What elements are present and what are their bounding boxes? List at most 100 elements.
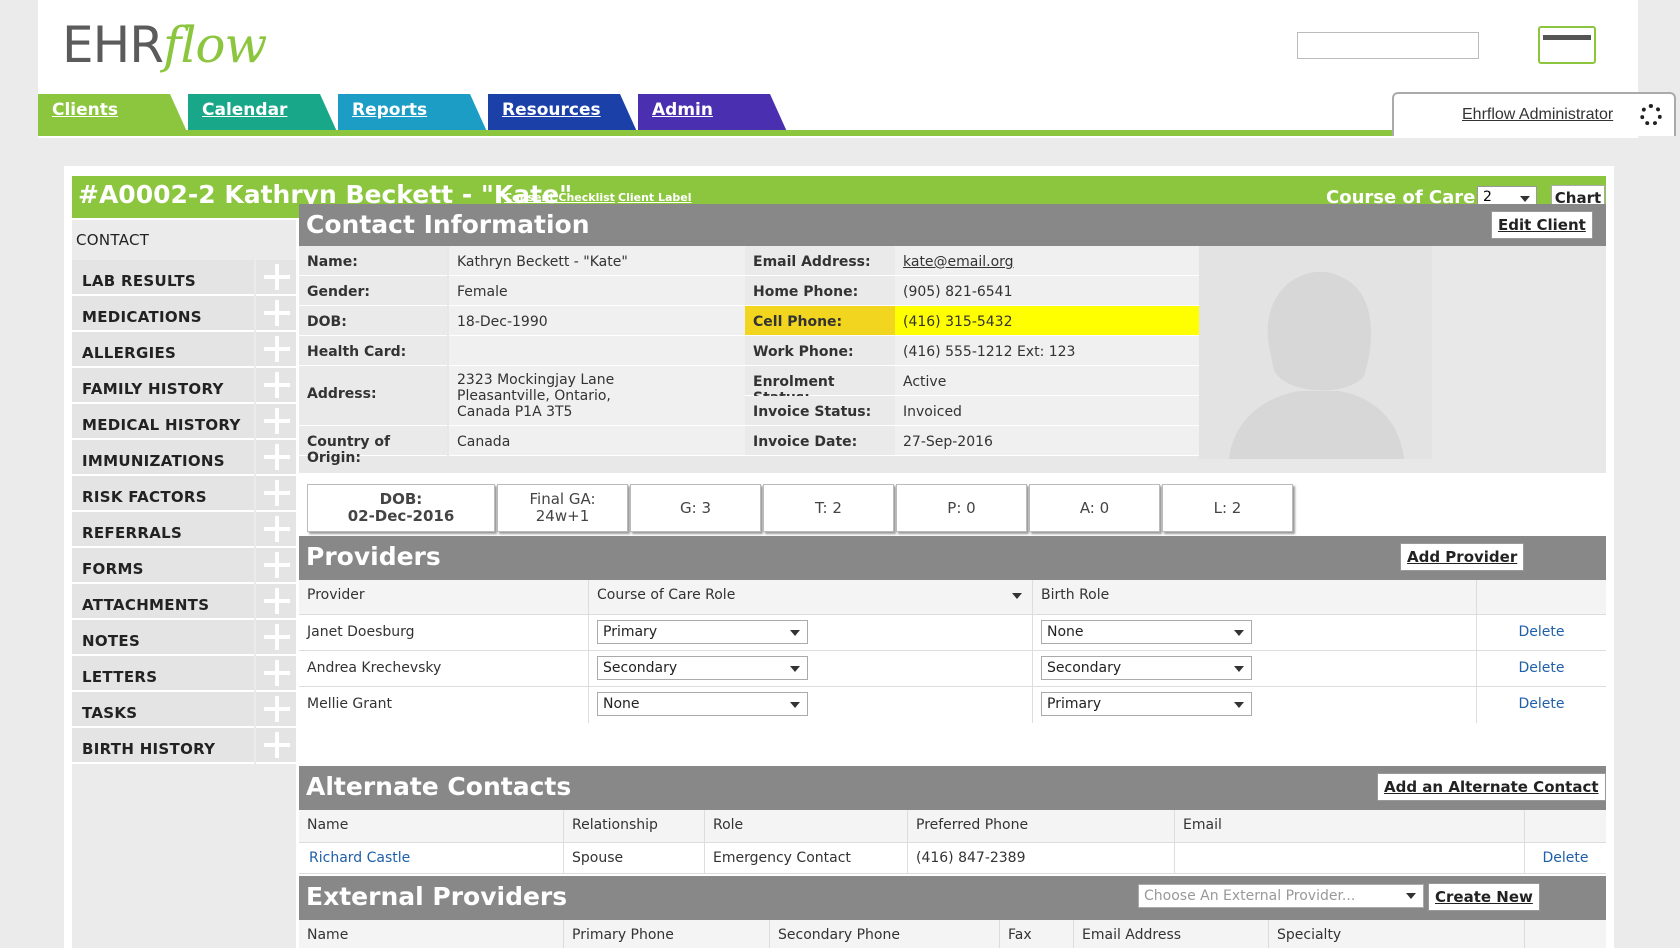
- sidebar-item-birth-history[interactable]: BIRTH HISTORY: [72, 728, 296, 764]
- column-header: [1525, 810, 1606, 842]
- field-value: (905) 821-6541: [895, 276, 1199, 306]
- header-menu-button[interactable]: [1538, 26, 1596, 64]
- course-role-select[interactable]: Primary: [597, 620, 808, 644]
- birth-role-select[interactable]: Primary: [1041, 692, 1252, 716]
- table-row: Andrea Krechevsky Secondary Secondary De…: [299, 651, 1606, 687]
- sidebar-item-medical-history[interactable]: MEDICAL HISTORY: [72, 404, 296, 440]
- edit-client-button[interactable]: Edit Client: [1491, 211, 1593, 239]
- contact-row: DOB: 18-Dec-1990 Cell Phone: (416) 315-5…: [299, 306, 1199, 336]
- plus-icon[interactable]: [264, 696, 290, 722]
- user-menu[interactable]: Ehrflow Administrator: [1392, 92, 1676, 136]
- gear-icon[interactable]: [1640, 104, 1662, 126]
- nav-tab-admin[interactable]: Admin: [638, 94, 788, 134]
- field-label: Gender:: [299, 276, 447, 306]
- global-search-input[interactable]: [1297, 32, 1479, 59]
- sidebar-item-letters[interactable]: LETTERS: [72, 656, 296, 692]
- delete-link[interactable]: Delete: [1477, 651, 1606, 686]
- sidebar-item-tasks[interactable]: TASKS: [72, 692, 296, 728]
- column-header: Relationship: [564, 810, 705, 842]
- external-providers-table: Name Primary Phone Secondary Phone Fax E…: [299, 920, 1606, 948]
- field-value: Female: [449, 276, 745, 306]
- sidebar-item-attachments[interactable]: ATTACHMENTS: [72, 584, 296, 620]
- plus-icon[interactable]: [264, 444, 290, 470]
- column-header: Preferred Phone: [908, 810, 1175, 842]
- nav-tab-clients[interactable]: Clients: [38, 94, 188, 134]
- column-header: Name: [299, 810, 564, 842]
- sidebar-item-family-history[interactable]: FAMILY HISTORY: [72, 368, 296, 404]
- stat-l: L: 2: [1162, 484, 1293, 532]
- provider-name: Andrea Krechevsky: [299, 651, 589, 686]
- user-name-link[interactable]: Ehrflow Administrator: [1462, 106, 1613, 124]
- birth-role-cell: None: [1033, 615, 1477, 650]
- menu-bar-icon: [1543, 35, 1591, 40]
- course-role-select[interactable]: None: [597, 692, 808, 716]
- contact-row: Gender: Female Home Phone: (905) 821-654…: [299, 276, 1199, 306]
- plus-icon[interactable]: [264, 264, 290, 290]
- alternate-contacts-table: Name Relationship Role Preferred Phone E…: [299, 810, 1606, 876]
- logo[interactable]: EHRflow: [62, 16, 267, 74]
- birth-role-select[interactable]: Secondary: [1041, 656, 1252, 680]
- delete-link[interactable]: Delete: [1525, 843, 1606, 873]
- field-value: [449, 336, 745, 366]
- contact-info-grid: Name: Kathryn Beckett - "Kate" Email Add…: [299, 246, 1606, 473]
- plus-icon[interactable]: [264, 336, 290, 362]
- chevron-down-icon: [1520, 196, 1530, 202]
- contact-row: Name: Kathryn Beckett - "Kate" Email Add…: [299, 246, 1199, 276]
- plus-icon[interactable]: [264, 732, 290, 758]
- sidebar-item-medications[interactable]: MEDICATIONS: [72, 296, 296, 332]
- plus-icon[interactable]: [264, 516, 290, 542]
- plus-icon[interactable]: [264, 372, 290, 398]
- nav-tab-resources[interactable]: Resources: [488, 94, 638, 134]
- provider-name: Mellie Grant: [299, 687, 589, 723]
- create-new-button[interactable]: Create New: [1428, 883, 1540, 911]
- column-header: Specialty: [1269, 920, 1525, 948]
- column-header: [1477, 580, 1606, 614]
- plus-icon[interactable]: [264, 588, 290, 614]
- sidebar-item-allergies[interactable]: ALLERGIES: [72, 332, 296, 368]
- email-link[interactable]: kate@email.org: [895, 246, 1199, 276]
- plus-icon[interactable]: [264, 480, 290, 506]
- sidebar-item-lab-results[interactable]: LAB RESULTS: [72, 260, 296, 296]
- nav-tab-reports[interactable]: Reports: [338, 94, 488, 134]
- delete-link[interactable]: Delete: [1477, 687, 1606, 723]
- field-value-highlighted: (416) 315-5432: [895, 306, 1199, 336]
- sidebar-item-risk-factors[interactable]: RISK FACTORS: [72, 476, 296, 512]
- sidebar-item-contact[interactable]: CONTACT: [72, 220, 296, 256]
- sidebar-item-referrals[interactable]: REFERRALS: [72, 512, 296, 548]
- plus-icon[interactable]: [264, 408, 290, 434]
- nav-tab-calendar[interactable]: Calendar: [188, 94, 338, 134]
- birth-role-select[interactable]: None: [1041, 620, 1252, 644]
- course-role-select[interactable]: Secondary: [597, 656, 808, 680]
- sidebar-item-notes[interactable]: NOTES: [72, 620, 296, 656]
- sidebar-item-forms[interactable]: FORMS: [72, 548, 296, 584]
- plus-icon[interactable]: [264, 660, 290, 686]
- contact-name-link[interactable]: Richard Castle: [299, 843, 564, 873]
- sidebar-item-immunizations[interactable]: IMMUNIZATIONS: [72, 440, 296, 476]
- add-provider-button[interactable]: Add Provider: [1400, 543, 1525, 571]
- field-label: Name:: [299, 246, 447, 276]
- field-label: Email Address:: [745, 246, 895, 276]
- top-header: EHRflow Clients Calendar Reports Resourc…: [38, 0, 1676, 138]
- column-header[interactable]: Course of Care Role: [589, 580, 1033, 614]
- field-label: DOB:: [299, 306, 447, 336]
- consent-checklist-link[interactable]: Consent Checklist: [504, 191, 615, 204]
- stat-dob: DOB: 02-Dec-2016: [307, 484, 495, 532]
- field-label: Country of Origin:: [299, 426, 447, 466]
- plus-icon[interactable]: [264, 624, 290, 650]
- plus-icon[interactable]: [264, 552, 290, 578]
- add-alternate-contact-button[interactable]: Add an Alternate Contact: [1377, 773, 1606, 801]
- plus-icon[interactable]: [264, 300, 290, 326]
- field-value: Kathryn Beckett - "Kate": [449, 246, 745, 276]
- contact-row: Health Card: Work Phone: (416) 555-1212 …: [299, 336, 1199, 366]
- column-header: Name: [299, 920, 564, 948]
- providers-section-title: Providers: [306, 542, 441, 571]
- alternate-contacts-header: Alternate Contacts Add an Alternate Cont…: [299, 766, 1606, 810]
- birth-role-cell: Secondary: [1033, 651, 1477, 686]
- column-header: [1525, 920, 1606, 948]
- field-label: Work Phone:: [745, 336, 895, 366]
- delete-link[interactable]: Delete: [1477, 615, 1606, 650]
- sort-down-icon[interactable]: [1012, 593, 1022, 599]
- table-row: Mellie Grant None Primary Delete: [299, 687, 1606, 723]
- external-provider-select[interactable]: Choose An External Provider...: [1138, 884, 1424, 908]
- client-label-link[interactable]: Client Label: [618, 191, 692, 204]
